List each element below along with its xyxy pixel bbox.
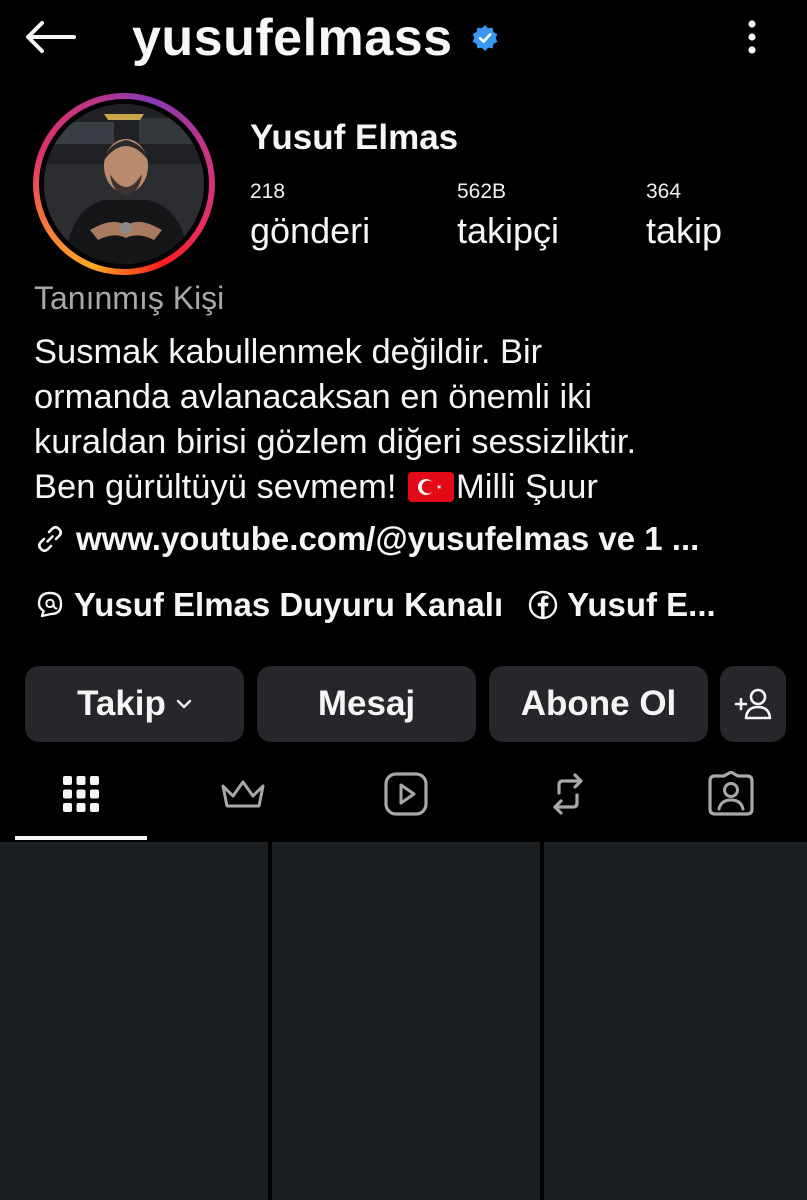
- channel-facebook[interactable]: Yusuf E...: [527, 586, 716, 624]
- grid-post[interactable]: [272, 842, 540, 1200]
- channel-facebook-label: Yusuf E...: [567, 586, 716, 623]
- stat-followers[interactable]: 562B takipçi: [457, 178, 559, 254]
- avatar: [44, 104, 204, 264]
- stat-following-label: takip: [646, 210, 723, 251]
- avatar-border: [39, 99, 209, 269]
- message-button[interactable]: Mesaj: [257, 666, 476, 742]
- stat-following[interactable]: 364 takip: [646, 178, 722, 254]
- link-icon: [37, 525, 63, 553]
- chevron-down-icon: [176, 699, 192, 709]
- tab-subscriptions[interactable]: [213, 764, 273, 824]
- grid-post[interactable]: [544, 842, 807, 1200]
- stat-posts-label: gönderi: [250, 210, 371, 251]
- channels-row: Yusuf Elmas Duyuru Kanalı Yusuf E...: [34, 586, 807, 624]
- grid-post[interactable]: [0, 842, 268, 1200]
- tab-tagged[interactable]: [701, 764, 761, 824]
- tab-reels[interactable]: [376, 764, 436, 824]
- bio-suffix: Milli Şuur: [456, 468, 598, 506]
- stat-followers-label: takipçi: [457, 210, 560, 251]
- channel-threads[interactable]: Yusuf Elmas Duyuru Kanalı: [34, 586, 503, 624]
- tab-posts[interactable]: [51, 764, 111, 824]
- subscribe-button[interactable]: Abone Ol: [489, 666, 708, 742]
- display-name: Yusuf Elmas: [250, 118, 459, 157]
- threads-icon: [37, 591, 63, 618]
- profile-category: Tanınmış Kişi: [34, 280, 225, 316]
- channel-threads-label: Yusuf Elmas Duyuru Kanalı: [74, 586, 504, 623]
- back-button[interactable]: [22, 12, 78, 62]
- posts-grid: [0, 842, 807, 1200]
- arrow-left-icon: [26, 21, 76, 53]
- bio: Susmak kabullenmek değildir. Bir ormanda…: [34, 330, 794, 510]
- add-person-icon: [734, 688, 772, 720]
- avatar-photo: [44, 104, 204, 264]
- profile-link-text: www.youtube.com/@yusufelmas ve 1 ...: [76, 520, 700, 557]
- message-button-label: Mesaj: [317, 684, 416, 723]
- follow-button[interactable]: Takip: [25, 666, 244, 742]
- stat-followers-count: 562B: [457, 180, 507, 203]
- profile-link[interactable]: www.youtube.com/@yusufelmas ve 1 ...: [34, 520, 699, 558]
- turkey-flag-icon: [408, 472, 455, 502]
- profile-tabs: [0, 750, 807, 842]
- suggested-accounts-button[interactable]: [720, 666, 786, 742]
- stat-following-count: 364: [646, 180, 682, 203]
- follow-button-label: Takip: [77, 684, 166, 723]
- subscribe-button-label: Abone Ol: [520, 684, 677, 723]
- crown-icon: [221, 780, 265, 808]
- verified-badge-icon: [471, 24, 499, 52]
- grid-icon: [63, 776, 99, 812]
- tagged-person-icon: [708, 771, 754, 816]
- active-tab-indicator: [15, 836, 147, 840]
- more-options-button[interactable]: [737, 16, 767, 58]
- stat-posts[interactable]: 218 gönderi: [250, 178, 370, 254]
- play-icon: [384, 772, 428, 816]
- stat-posts-count: 218: [250, 180, 286, 203]
- username-header: yusufelmass: [132, 6, 499, 70]
- username: yusufelmass: [132, 9, 453, 67]
- story-ring[interactable]: [33, 93, 215, 275]
- top-bar: yusufelmass: [0, 0, 807, 80]
- more-vertical-icon: [748, 20, 756, 54]
- tab-reposts[interactable]: [538, 764, 598, 824]
- repost-icon: [553, 773, 583, 815]
- facebook-icon: [528, 590, 558, 620]
